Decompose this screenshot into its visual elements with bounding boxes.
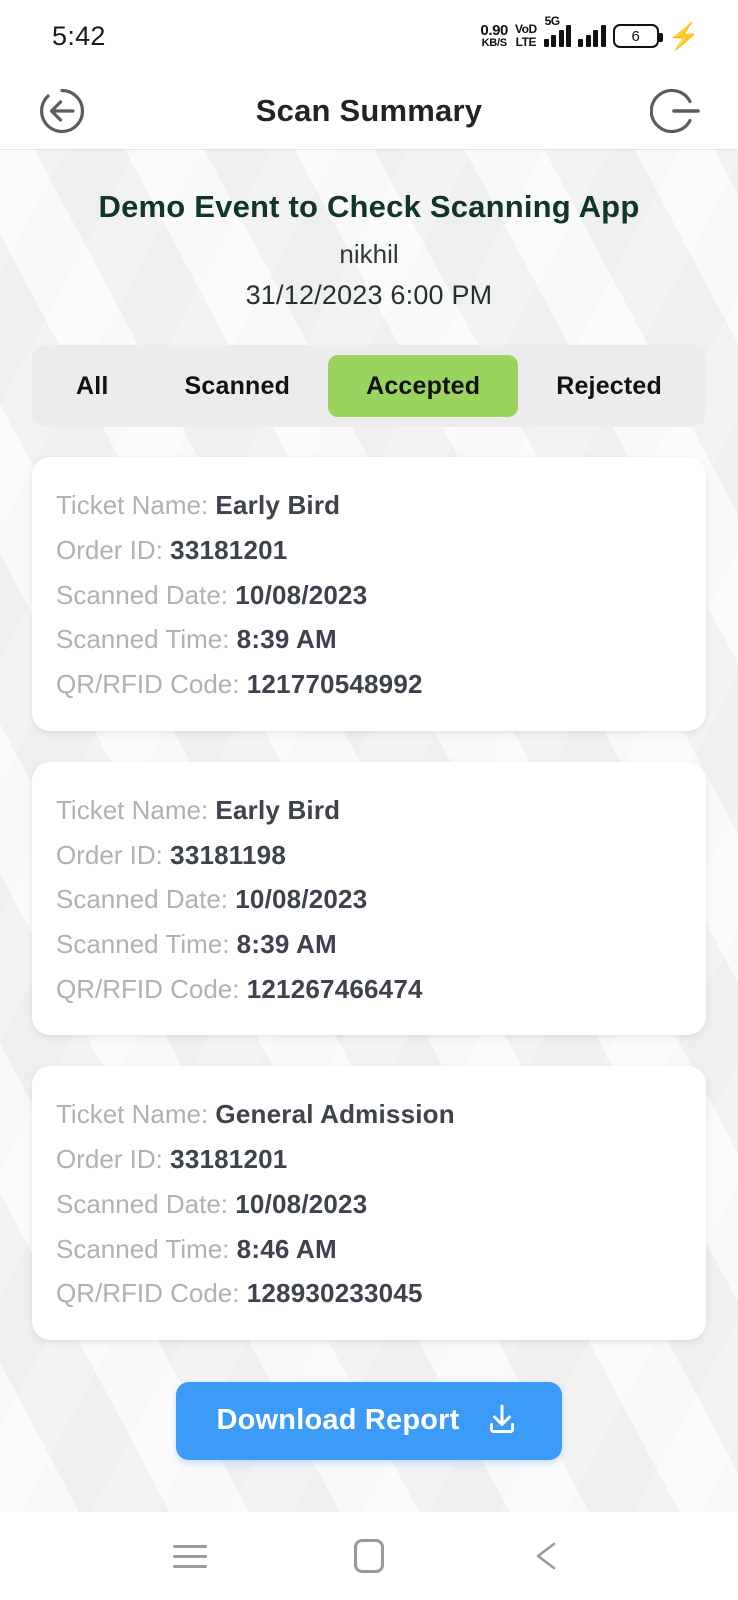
back-triangle-icon[interactable] [517, 1525, 579, 1587]
scanned-time-value: 8:46 AM [236, 1233, 337, 1264]
order-id-value: 33181198 [170, 839, 287, 870]
ticket-name-value: Early Bird [215, 490, 341, 521]
ticket-name-label: Ticket Name: [56, 490, 209, 521]
scanned-time-label: Scanned Time: [56, 1233, 230, 1264]
qr-code-label: QR/RFID Code: [56, 973, 240, 1004]
status-bar: 5:42 0.90 KB/S VoD LTE 5G 6 ⚡ [0, 0, 738, 72]
scanned-date-value: 10/08/2023 [235, 1188, 368, 1219]
volte-icon: VoD LTE [515, 23, 537, 48]
scanned-time-label: Scanned Time: [56, 624, 230, 655]
qr-code-label: QR/RFID Code: [56, 1278, 240, 1309]
download-report-label: Download Report [216, 1404, 460, 1437]
order-id-label: Order ID: [56, 534, 163, 565]
ticket-card[interactable]: Ticket Name: Early Bird Order ID: 331811… [32, 761, 706, 1036]
event-datetime: 31/12/2023 6:00 PM [245, 280, 493, 311]
scroll-body: Demo Event to Check Scanning App nikhil … [0, 150, 738, 1512]
battery-icon: 6 [612, 24, 663, 48]
qr-code-label: QR/RFID Code: [56, 669, 240, 700]
network-type-label: 5G [544, 14, 561, 28]
scanned-date-value: 10/08/2023 [235, 884, 368, 915]
qr-code-row: QR/RFID Code: 128930233045 [56, 1271, 682, 1316]
download-report-button[interactable]: Download Report [176, 1381, 562, 1460]
ticket-card[interactable]: Ticket Name: General Admission Order ID:… [32, 1066, 706, 1340]
tab-scanned[interactable]: Scanned [147, 355, 329, 417]
order-id-value: 33181201 [170, 534, 288, 565]
download-report-area: Download Report [0, 1381, 738, 1460]
home-square-icon[interactable] [338, 1525, 400, 1587]
scanned-time-value: 8:39 AM [236, 624, 337, 655]
order-id-value: 33181201 [170, 1144, 288, 1175]
status-bar-indicators: 0.90 KB/S VoD LTE 5G 6 ⚡ [480, 14, 700, 51]
tab-all[interactable]: All [38, 355, 147, 417]
scanned-date-row: Scanned Date: 10/08/2023 [56, 573, 682, 618]
order-id-row: Order ID: 33181201 [56, 1137, 682, 1182]
network-speed-indicator: 0.90 KB/S [480, 23, 508, 49]
scanned-time-row: Scanned Time: 8:46 AM [56, 1227, 682, 1272]
scanned-date-row: Scanned Date: 10/08/2023 [56, 1182, 682, 1227]
volte-line-2: LTE [515, 35, 537, 49]
network-speed-unit: KB/S [481, 37, 507, 49]
recents-menu-icon[interactable] [159, 1525, 221, 1587]
page-title: Scan Summary [255, 92, 483, 128]
home-shape [353, 1539, 384, 1573]
signal-bars-primary [543, 25, 572, 47]
order-id-row: Order ID: 33181201 [56, 528, 682, 573]
qr-code-row: QR/RFID Code: 121770548992 [56, 662, 682, 707]
ticket-name-value: General Admission [215, 1099, 455, 1130]
network-speed-value: 0.90 [480, 22, 509, 39]
signal-bars-secondary [578, 25, 606, 47]
recents-lines [172, 1544, 207, 1568]
app-bar: Scan Summary [0, 72, 738, 150]
order-id-label: Order ID: [56, 839, 163, 870]
order-id-row: Order ID: 33181198 [56, 833, 682, 878]
ticket-name-row: Ticket Name: Early Bird [56, 788, 682, 833]
tab-accepted[interactable]: Accepted [328, 355, 519, 418]
filter-tabs: All Scanned Accepted Rejected [32, 345, 706, 428]
qr-code-value: 121267466474 [246, 973, 423, 1004]
qr-code-value: 121770548992 [246, 669, 423, 700]
status-bar-clock: 5:42 [52, 20, 106, 51]
scanned-date-row: Scanned Date: 10/08/2023 [56, 877, 682, 922]
phone-screen: 5:42 0.90 KB/S VoD LTE 5G 6 ⚡ Scan Summa… [0, 0, 738, 1600]
signal-5g-icon: 5G [543, 14, 572, 47]
ticket-name-row: Ticket Name: Early Bird [56, 483, 682, 528]
download-icon [482, 1399, 522, 1442]
scanned-date-label: Scanned Date: [56, 1188, 229, 1219]
scanned-date-value: 10/08/2023 [235, 579, 368, 610]
event-title: Demo Event to Check Scanning App [98, 189, 640, 224]
ticket-name-label: Ticket Name: [56, 1099, 209, 1130]
scanned-time-row: Scanned Time: 8:39 AM [56, 617, 682, 662]
ticket-name-label: Ticket Name: [56, 794, 209, 825]
ticket-name-value: Early Bird [215, 794, 341, 825]
charging-bolt-icon: ⚡ [667, 21, 700, 51]
event-host: nikhil [339, 239, 399, 270]
scanned-time-label: Scanned Time: [56, 928, 230, 959]
qr-code-value: 128930233045 [246, 1278, 423, 1309]
qr-code-row: QR/RFID Code: 121267466474 [56, 967, 682, 1012]
ticket-card-list: Ticket Name: Early Bird Order ID: 331812… [0, 457, 738, 1340]
order-id-label: Order ID: [56, 1144, 163, 1175]
scanned-date-label: Scanned Date: [56, 579, 229, 610]
tab-rejected[interactable]: Rejected [518, 355, 700, 417]
logout-circle-icon[interactable] [649, 85, 702, 137]
scanned-time-value: 8:39 AM [236, 928, 337, 959]
system-navigation-bar [0, 1512, 738, 1600]
ticket-card[interactable]: Ticket Name: Early Bird Order ID: 331812… [32, 457, 706, 731]
battery-level-text: 6 [631, 27, 640, 45]
event-header: Demo Event to Check Scanning App nikhil … [0, 150, 738, 311]
ticket-name-row: Ticket Name: General Admission [56, 1092, 682, 1137]
back-arrow-circle-icon[interactable] [36, 85, 88, 137]
scanned-time-row: Scanned Time: 8:39 AM [56, 922, 682, 967]
scanned-date-label: Scanned Date: [56, 884, 229, 915]
